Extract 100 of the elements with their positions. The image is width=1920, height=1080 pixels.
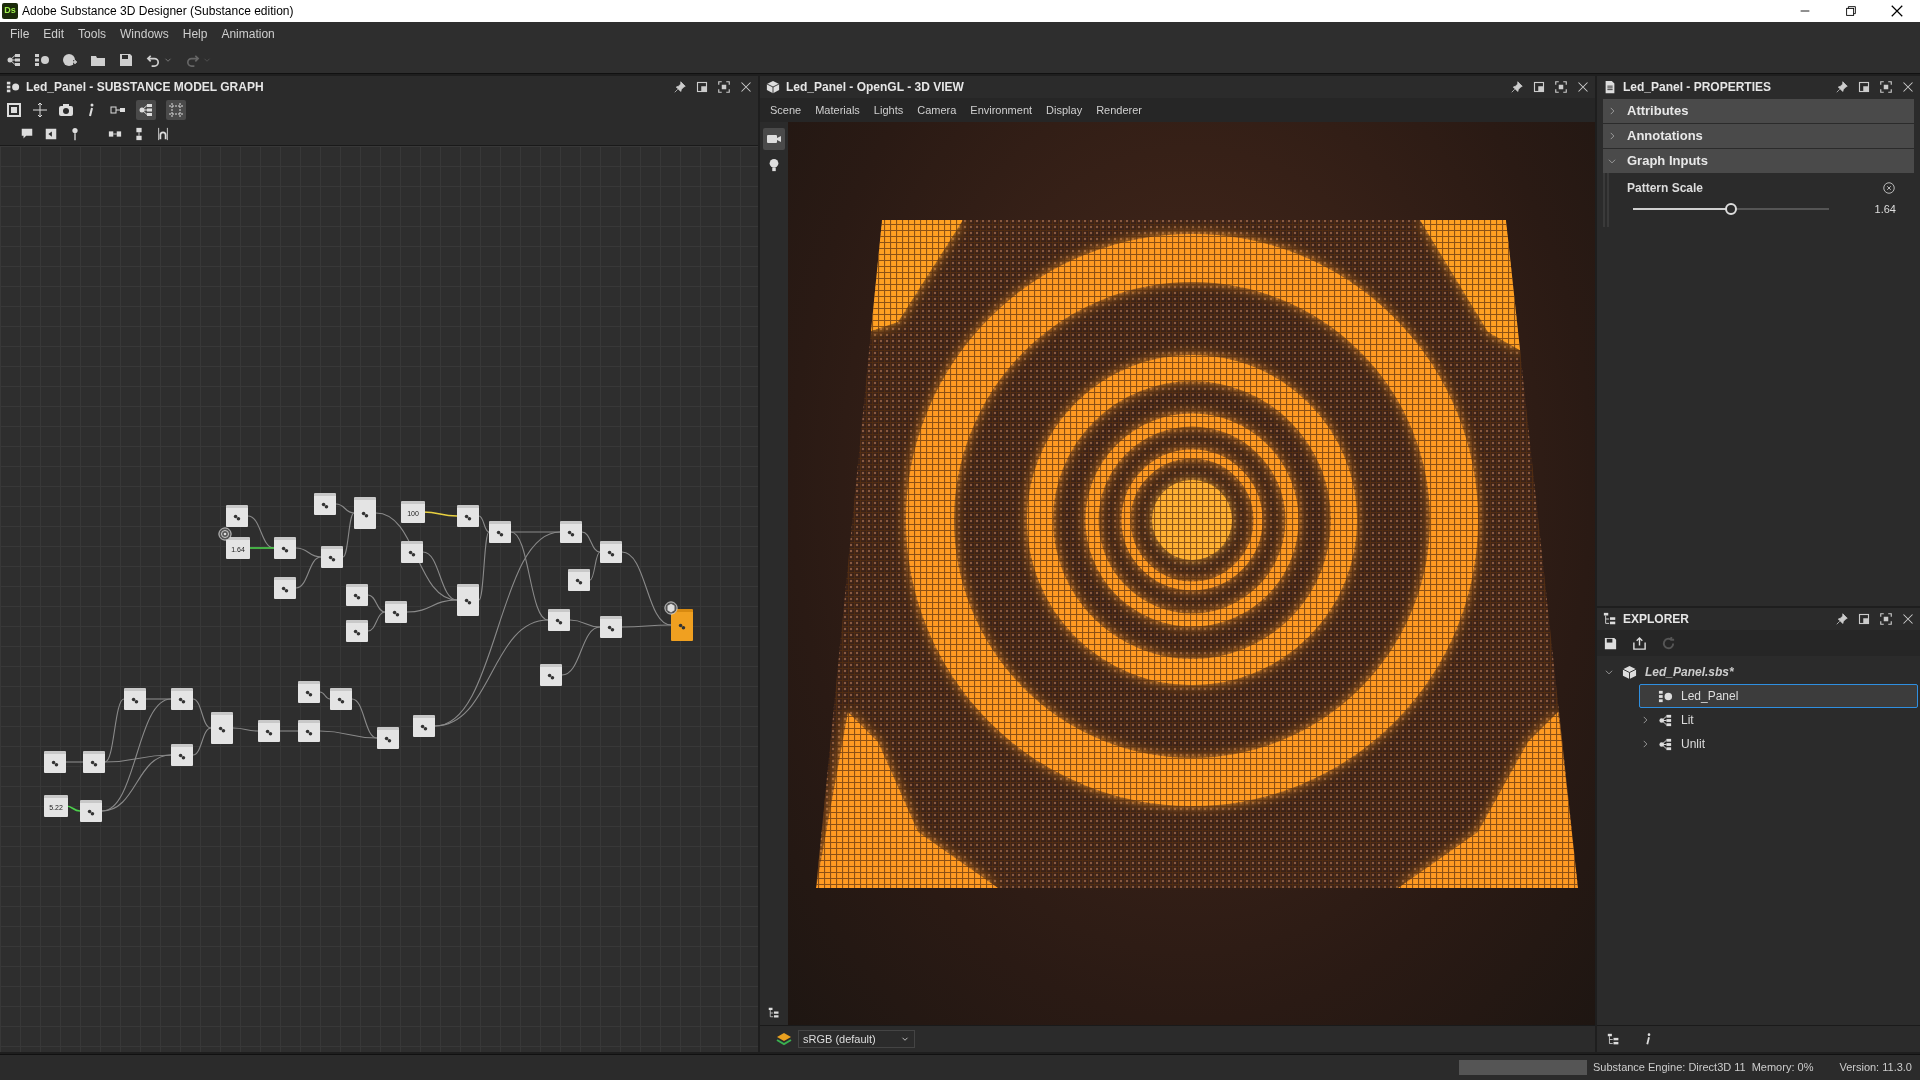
graph-node[interactable] bbox=[298, 681, 320, 703]
graph-node[interactable] bbox=[600, 616, 622, 638]
graph-node[interactable] bbox=[274, 537, 296, 559]
section-header[interactable]: Attributes bbox=[1603, 99, 1914, 123]
parameter-value[interactable]: 1.64 bbox=[1874, 201, 1896, 218]
close-icon[interactable] bbox=[740, 81, 752, 93]
section-header[interactable]: Graph Inputs bbox=[1603, 149, 1914, 173]
graph-node[interactable] bbox=[377, 727, 399, 749]
graph-node[interactable] bbox=[124, 688, 146, 710]
app-logo: Ds bbox=[2, 3, 18, 19]
tree-item[interactable]: Unlit bbox=[1639, 732, 1918, 756]
maximize-icon[interactable] bbox=[1555, 81, 1567, 93]
tree-item[interactable]: Led_Panel.sbs* bbox=[1603, 660, 1918, 684]
node-glyph-icon bbox=[352, 627, 362, 638]
graph-node[interactable] bbox=[413, 715, 435, 737]
menu-item[interactable]: Lights bbox=[867, 101, 910, 119]
tree-item[interactable]: Lit bbox=[1639, 708, 1918, 732]
float-panel-icon[interactable] bbox=[696, 81, 708, 93]
graph-node[interactable] bbox=[80, 800, 102, 822]
tree-item[interactable]: Led_Panel bbox=[1639, 684, 1918, 708]
node-glyph-icon bbox=[320, 500, 330, 511]
graph-node[interactable] bbox=[330, 688, 352, 710]
menu-item[interactable]: Display bbox=[1040, 101, 1089, 119]
distribute-icon[interactable] bbox=[156, 126, 170, 141]
colorspace-dropdown[interactable]: sRGB (default) bbox=[798, 1030, 915, 1048]
menu-item[interactable]: Windows bbox=[114, 23, 175, 45]
slider-track[interactable] bbox=[1633, 203, 1829, 216]
package-icon bbox=[1622, 664, 1637, 680]
graph-node[interactable] bbox=[540, 664, 562, 686]
graph-node[interactable] bbox=[568, 569, 590, 591]
float-panel-icon[interactable] bbox=[1858, 613, 1870, 625]
save-icon[interactable] bbox=[1603, 635, 1618, 651]
graph-node[interactable] bbox=[171, 688, 193, 710]
menu-item[interactable]: Help bbox=[176, 23, 214, 45]
graph-node[interactable] bbox=[560, 521, 582, 543]
graph-node[interactable] bbox=[346, 584, 368, 606]
graph-node[interactable] bbox=[171, 744, 193, 766]
graph-node[interactable] bbox=[298, 720, 320, 742]
section-header[interactable]: Annotations bbox=[1603, 124, 1914, 148]
export-icon[interactable] bbox=[1632, 635, 1647, 651]
graph-layout-icon[interactable] bbox=[136, 100, 156, 120]
node-wire bbox=[319, 691, 331, 700]
pin-icon[interactable] bbox=[674, 81, 686, 93]
pin-icon[interactable] bbox=[1836, 81, 1848, 93]
float-panel-icon[interactable] bbox=[1533, 81, 1545, 93]
hierarchy-icon[interactable] bbox=[768, 1007, 780, 1019]
save-icon[interactable] bbox=[118, 51, 134, 68]
menu-item[interactable]: File bbox=[4, 23, 36, 45]
pin-icon[interactable] bbox=[1836, 613, 1848, 625]
new-package-icon[interactable] bbox=[62, 51, 78, 68]
chevron-down-icon[interactable] bbox=[1604, 667, 1614, 677]
graph-node[interactable] bbox=[211, 712, 233, 744]
graph-node[interactable] bbox=[548, 609, 570, 631]
graph-node[interactable] bbox=[354, 497, 376, 529]
video-camera-icon[interactable] bbox=[763, 128, 785, 150]
node-glyph-icon bbox=[546, 671, 556, 682]
close-icon[interactable] bbox=[1577, 81, 1589, 93]
pin-icon[interactable] bbox=[1511, 81, 1523, 93]
graph-node[interactable] bbox=[385, 601, 407, 623]
new-model-graph-icon[interactable] bbox=[34, 51, 50, 68]
maximize-icon[interactable] bbox=[1880, 81, 1892, 93]
graph-node[interactable] bbox=[274, 577, 296, 599]
float-panel-icon[interactable] bbox=[1858, 81, 1870, 93]
menu-item[interactable]: Camera bbox=[911, 101, 963, 119]
chevron-right-icon[interactable] bbox=[1640, 715, 1650, 725]
maximize-icon[interactable] bbox=[1880, 613, 1892, 625]
frame-all-icon[interactable] bbox=[6, 102, 22, 118]
graph-node[interactable] bbox=[226, 505, 248, 527]
menu-item[interactable]: Environment bbox=[964, 101, 1039, 119]
screenshot-icon[interactable] bbox=[58, 102, 74, 118]
menu-item[interactable]: Tools bbox=[72, 23, 113, 45]
frame-icon[interactable] bbox=[44, 126, 58, 141]
graph-node[interactable] bbox=[83, 751, 105, 773]
graph-node[interactable] bbox=[346, 620, 368, 642]
output-node[interactable] bbox=[671, 609, 693, 641]
graph-node[interactable] bbox=[401, 541, 423, 563]
menu-item[interactable]: Edit bbox=[37, 23, 71, 45]
slider-handle[interactable] bbox=[1725, 203, 1737, 216]
graph-node[interactable] bbox=[489, 521, 511, 543]
graph-node[interactable] bbox=[258, 720, 280, 742]
menu-item[interactable]: Animation bbox=[215, 23, 281, 45]
close-icon[interactable] bbox=[1902, 81, 1914, 93]
snap-grid-icon[interactable] bbox=[166, 100, 186, 120]
graph-node[interactable] bbox=[457, 584, 479, 616]
graph-node[interactable] bbox=[314, 493, 336, 515]
hierarchy-icon[interactable] bbox=[1607, 1032, 1620, 1046]
graph-node[interactable] bbox=[457, 505, 479, 527]
graph-node[interactable] bbox=[44, 751, 66, 773]
menu-item[interactable]: Materials bbox=[809, 101, 866, 119]
light-bulb-icon[interactable] bbox=[767, 158, 781, 172]
new-graph-icon[interactable] bbox=[6, 51, 22, 68]
graph-node[interactable] bbox=[600, 541, 622, 563]
menu-item[interactable]: Scene bbox=[764, 101, 808, 119]
reset-icon[interactable] bbox=[1882, 181, 1896, 195]
fit-view-icon[interactable] bbox=[32, 102, 48, 118]
menu-item[interactable]: Renderer bbox=[1090, 101, 1148, 119]
close-icon[interactable] bbox=[1902, 613, 1914, 625]
maximize-icon[interactable] bbox=[718, 81, 730, 93]
graph-node[interactable] bbox=[321, 546, 343, 568]
chevron-right-icon[interactable] bbox=[1640, 739, 1650, 749]
